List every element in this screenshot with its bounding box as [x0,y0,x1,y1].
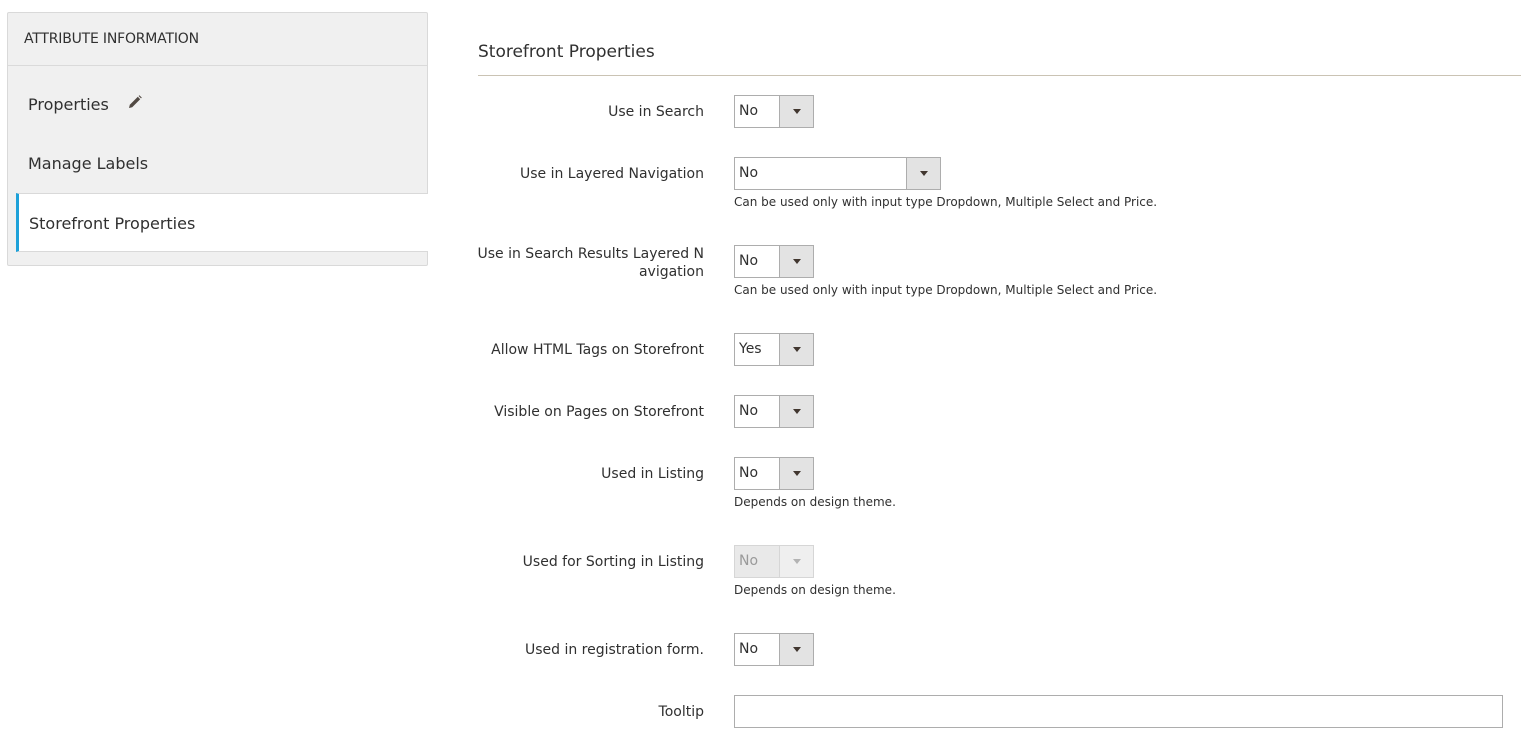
use-in-search-select[interactable]: No [734,95,814,128]
select-value: No [739,403,759,419]
select-value: Yes [739,341,762,357]
used-in-listing-select[interactable]: No [734,457,814,490]
use-in-layered-navigation-select[interactable]: No [734,157,941,190]
label-line: Use in Search Results Layered N [477,246,704,262]
use-in-search-results-layered-navigation-select[interactable]: No [734,245,814,278]
select-value: No [739,465,759,481]
used-for-sorting-label: Used for Sorting in Listing [522,554,704,570]
caret-down-icon [793,647,801,652]
field-note: Depends on design theme. [734,583,896,597]
dropdown-toggle[interactable] [779,334,813,365]
visible-on-pages-select[interactable]: No [734,395,814,428]
used-in-registration-form-select[interactable]: No [734,633,814,666]
caret-down-icon [793,347,801,352]
used-in-listing-label: Used in Listing [601,466,704,482]
caret-down-icon [793,471,801,476]
sidebar-item-storefront-properties[interactable]: Storefront Properties [16,193,428,252]
caret-down-icon [793,409,801,414]
used-for-sorting-select: No [734,545,814,578]
sidebar-item-label: Properties [28,95,109,114]
use-in-search-label: Use in Search [608,104,704,120]
select-value: No [739,103,759,119]
use-in-layered-navigation-label: Use in Layered Navigation [519,166,704,182]
section-divider [478,75,1521,76]
allow-html-tags-select[interactable]: Yes [734,333,814,366]
field-note: Can be used only with input type Dropdow… [734,283,1158,297]
field-note: Can be used only with input type Dropdow… [734,195,1158,209]
select-value: No [739,553,759,569]
select-value: No [739,253,759,269]
caret-down-icon [793,109,801,114]
caret-down-icon [793,559,801,564]
field-note: Depends on design theme. [734,495,896,509]
dropdown-toggle[interactable] [779,96,813,127]
sidebar-header: ATTRIBUTE INFORMATION [8,13,427,66]
tooltip-label: Tooltip [658,704,704,720]
dropdown-toggle[interactable] [779,246,813,277]
pencil-icon [128,74,142,133]
sidebar-item-properties[interactable]: Properties [8,75,428,134]
tooltip-input[interactable] [734,695,1503,728]
sidebar-item-manage-labels[interactable]: Manage Labels [8,134,428,193]
dropdown-toggle[interactable] [779,458,813,489]
sidebar-item-label: Storefront Properties [29,214,196,233]
section-title: Storefront Properties [478,42,655,62]
allow-html-tags-label: Allow HTML Tags on Storefront [491,342,704,358]
dropdown-toggle[interactable] [779,396,813,427]
label-line: avigation [638,264,704,280]
sidebar-item-label: Manage Labels [28,154,149,173]
dropdown-toggle[interactable] [906,158,940,189]
select-value: No [739,641,759,657]
dropdown-toggle [779,546,813,577]
caret-down-icon [793,259,801,264]
select-value: No [739,165,759,181]
use-in-search-results-layered-navigation-label: Use in Search Results Layered N avigatio… [474,245,704,281]
used-in-registration-form-label: Used in registration form. [524,642,704,658]
caret-down-icon [920,171,928,176]
visible-on-pages-label: Visible on Pages on Storefront [494,404,704,420]
attribute-information-panel: ATTRIBUTE INFORMATION Properties Manage … [7,12,428,266]
dropdown-toggle[interactable] [779,634,813,665]
